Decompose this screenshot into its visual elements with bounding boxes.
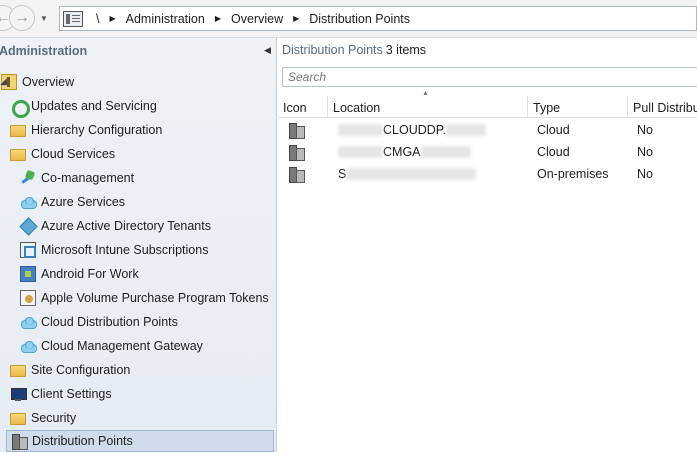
breadcrumb-administration[interactable]: Administration (126, 12, 205, 26)
distribution-point-icon (288, 122, 305, 139)
page-title-text: Distribution Points (282, 43, 383, 57)
column-header-icon[interactable]: Icon (278, 96, 328, 118)
address-toolbar: ← → ▼ \ ▶ Administration ▶ Overview ▶ Di… (0, 0, 697, 38)
distribution-point-icon (288, 144, 305, 161)
monitor-icon (10, 386, 27, 402)
sidebar-item-label: Apple Volume Purchase Program Tokens (41, 291, 269, 305)
folder-icon (10, 149, 26, 161)
type-cell: On-premises (537, 167, 609, 181)
pull-distribution-cell: No (637, 167, 653, 181)
location-cell: CMGA (383, 145, 421, 159)
table-row[interactable]: CMGA Cloud No (278, 141, 697, 163)
sidebar-item-label: Overview (22, 75, 75, 89)
sidebar-item-label: Cloud Services (31, 147, 116, 161)
cloud-icon (20, 194, 37, 210)
redacted-text (420, 146, 471, 158)
sidebar-item-azure-ad-tenants[interactable]: Azure Active Directory Tenants (20, 215, 211, 237)
sidebar-item-overview[interactable]: Overview (1, 71, 74, 93)
sidebar-item-client-settings[interactable]: Client Settings (10, 383, 112, 405)
type-cell: Cloud (537, 123, 570, 137)
sidebar-item-co-management[interactable]: Co-management (20, 167, 134, 189)
sidebar-item-label: Android For Work (41, 267, 139, 281)
pull-distribution-cell: No (637, 145, 653, 159)
breadcrumb-overview[interactable]: Overview (231, 12, 283, 26)
sidebar-item-cloud-distribution-points[interactable]: Cloud Distribution Points (20, 311, 178, 333)
sidebar-item-intune-subscriptions[interactable]: Microsoft Intune Subscriptions (20, 239, 208, 261)
co-management-icon (20, 170, 36, 186)
collapse-pane-icon[interactable]: ◀ (264, 45, 271, 56)
sidebar-item-hierarchy-configuration[interactable]: Hierarchy Configuration (10, 119, 162, 141)
sidebar-item-distribution-points[interactable]: Distribution Points (6, 430, 274, 452)
sidebar-item-apple-vpp-tokens[interactable]: Apple Volume Purchase Program Tokens (20, 287, 269, 309)
sidebar-item-label: Cloud Distribution Points (41, 315, 178, 329)
location-cell: CLOUDDP. (383, 123, 446, 137)
column-header-pull-distribution[interactable]: Pull Distribu (628, 96, 697, 118)
intune-icon (20, 242, 36, 258)
redacted-text (338, 124, 383, 136)
location-cell: S (338, 167, 347, 181)
sidebar-item-label: Distribution Points (32, 434, 133, 448)
cloud-icon (20, 314, 37, 330)
chevron-right-icon[interactable]: ▶ (293, 14, 299, 23)
sidebar-item-azure-services[interactable]: Azure Services (20, 191, 125, 213)
item-count: 3 items (385, 43, 427, 57)
sidebar-item-android-for-work[interactable]: Android For Work (20, 263, 139, 285)
distribution-point-icon (11, 433, 28, 450)
sidebar-item-label: Site Configuration (31, 363, 131, 377)
azure-ad-icon (20, 218, 36, 234)
cloud-icon (20, 338, 37, 354)
forward-button[interactable]: → (9, 5, 35, 31)
folder-icon (10, 125, 26, 137)
navigation-pane: Administration ◀ Overview Updates and Se… (0, 38, 277, 452)
search-input[interactable]: Search (282, 67, 697, 87)
chevron-right-icon[interactable]: ▶ (109, 14, 115, 23)
page-title: Distribution Points 3 items (282, 43, 426, 57)
sidebar-item-security[interactable]: Security (10, 407, 76, 429)
pull-distribution-cell: No (637, 123, 653, 137)
column-header-type[interactable]: Type (528, 96, 628, 118)
forward-arrow-icon: → (14, 9, 30, 26)
chevron-right-icon[interactable]: ▶ (215, 14, 221, 23)
sidebar-item-cloud-services[interactable]: Cloud Services (10, 143, 115, 165)
sidebar-item-label: Microsoft Intune Subscriptions (41, 243, 209, 257)
navigation-pane-title: Administration (0, 44, 88, 58)
history-dropdown-icon[interactable]: ▼ (40, 14, 50, 24)
type-cell: Cloud (537, 145, 570, 159)
console-icon (63, 10, 83, 27)
sidebar-item-label: Updates and Servicing (31, 99, 157, 113)
android-icon (20, 266, 36, 282)
column-header-location[interactable]: Location (328, 96, 528, 118)
breadcrumb[interactable]: \ ▶ Administration ▶ Overview ▶ Distribu… (59, 6, 697, 31)
folder-icon (10, 413, 26, 425)
sidebar-item-site-configuration[interactable]: Site Configuration (10, 359, 130, 381)
sidebar-item-cloud-management-gateway[interactable]: Cloud Management Gateway (20, 335, 203, 357)
sidebar-item-label: Security (31, 411, 77, 425)
folder-icon (10, 365, 26, 377)
sidebar-item-label: Azure Active Directory Tenants (41, 219, 211, 233)
sidebar-item-label: Azure Services (41, 195, 126, 209)
updates-icon (10, 98, 30, 118)
content-pane: Distribution Points 3 items Search ▲ Icon… (278, 38, 697, 452)
apple-vpp-icon (20, 290, 36, 306)
sidebar-item-updates-and-servicing[interactable]: Updates and Servicing (10, 95, 157, 118)
breadcrumb-distribution-points[interactable]: Distribution Points (309, 12, 410, 26)
breadcrumb-root[interactable]: \ (96, 12, 99, 26)
sidebar-item-label: Co-management (41, 171, 135, 185)
distribution-point-icon (288, 166, 305, 183)
sidebar-item-label: Client Settings (31, 387, 112, 401)
redacted-text (338, 146, 383, 158)
sidebar-item-label: Hierarchy Configuration (31, 123, 163, 137)
sidebar-item-label: Cloud Management Gateway (41, 339, 203, 353)
table-row[interactable]: S On-premises No (278, 163, 697, 185)
expand-arrow-icon[interactable]: ◢ (0, 76, 7, 87)
column-header-row: Icon Location Type Pull Distribu (278, 96, 697, 118)
redacted-text (346, 168, 477, 180)
table-row[interactable]: CLOUDDP. Cloud No (278, 119, 697, 141)
redacted-text (445, 124, 486, 136)
